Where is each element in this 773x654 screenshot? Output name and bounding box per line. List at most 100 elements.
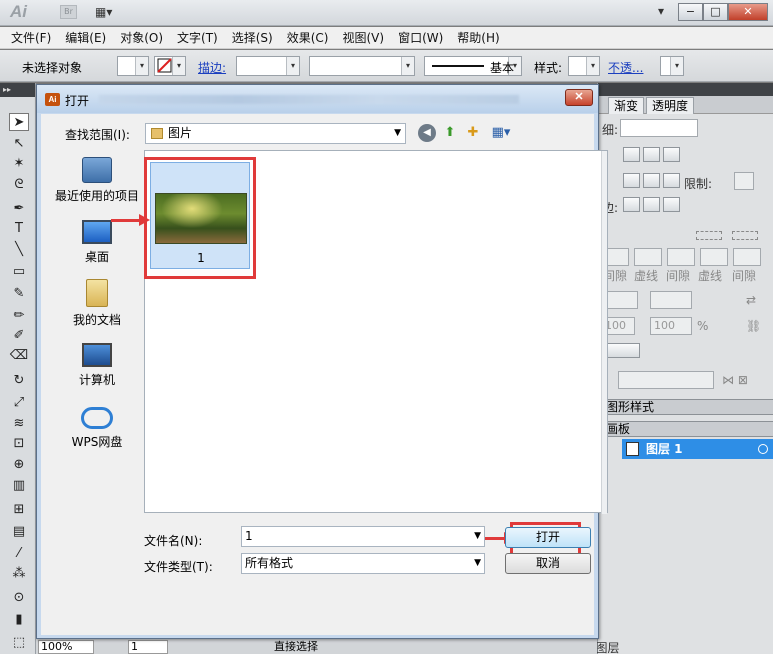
workspace-dropdown-icon[interactable]: ▾ (658, 4, 664, 18)
join-bevel-icon[interactable] (663, 173, 680, 188)
line-tool-icon[interactable]: ╲ (9, 241, 29, 259)
tab-transparency[interactable]: 透明度 (646, 97, 695, 114)
miter-limit-input[interactable] (734, 172, 754, 190)
menu-select[interactable]: 选择(S) (232, 29, 273, 46)
menu-view[interactable]: 视图(V) (342, 29, 384, 46)
arrowhead-start-select[interactable] (604, 291, 638, 309)
menu-type[interactable]: 文字(T) (177, 29, 218, 46)
place-wps-cloud-label: WPS网盘 (71, 435, 123, 449)
place-desktop[interactable]: 桌面 (41, 220, 153, 265)
stroke-color-swatch[interactable]: ▾ (154, 56, 186, 76)
stroke-weight-field[interactable]: ▾ (236, 56, 300, 76)
open-button[interactable]: 打开 (505, 527, 591, 548)
menu-help[interactable]: 帮助(H) (457, 29, 499, 46)
align-inside-icon[interactable] (643, 197, 660, 212)
pen-tool-icon[interactable]: ✒ (9, 200, 29, 218)
dash-field-3[interactable] (733, 248, 761, 266)
current-tool-status[interactable]: 直接选择 (274, 640, 318, 654)
join-round-icon[interactable] (643, 173, 660, 188)
gap-field-1[interactable] (634, 248, 662, 266)
layers-panel-tab[interactable]: 画板 (598, 421, 773, 437)
type-tool-icon[interactable]: T (9, 220, 29, 238)
dash-field-2[interactable] (667, 248, 695, 266)
menu-effect[interactable]: 效果(C) (287, 29, 329, 46)
graphic-styles-panel-header[interactable]: 图形样式 (598, 399, 773, 415)
align-outside-icon[interactable] (663, 197, 680, 212)
back-icon[interactable]: ◀ (418, 124, 436, 142)
dash-exact-icon[interactable] (732, 231, 758, 240)
place-wps-cloud[interactable]: WPS网盘 (41, 407, 153, 450)
artboard-navigation[interactable]: 1 (128, 640, 168, 654)
warp-tool-icon[interactable]: ≋ (9, 415, 29, 433)
direct-selection-tool-icon[interactable]: ↖ (9, 135, 29, 153)
rotate-tool-icon[interactable]: ↻ (9, 372, 29, 390)
view-menu-icon[interactable]: ▦▾ (487, 124, 515, 142)
join-miter-icon[interactable] (623, 173, 640, 188)
stroke-link[interactable]: 描边: (198, 59, 226, 76)
menu-window[interactable]: 窗口(W) (398, 29, 443, 46)
menu-file[interactable]: 文件(F) (11, 29, 51, 46)
dialog-close-button[interactable]: ✕ (565, 89, 593, 106)
close-button[interactable]: ✕ (728, 3, 768, 21)
align-center-icon[interactable] (623, 197, 640, 212)
profile-select[interactable] (618, 371, 714, 389)
menu-edit[interactable]: 编辑(E) (65, 29, 106, 46)
menu-object[interactable]: 对象(O) (120, 29, 163, 46)
magic-wand-tool-icon[interactable]: ✶ (9, 155, 29, 173)
file-name-input[interactable]: 1 ▼ (241, 526, 485, 547)
dash-align-icon[interactable] (696, 231, 722, 240)
zoom-select[interactable]: 100% (38, 640, 94, 654)
shape-builder-tool-icon[interactable]: ⊕ (9, 456, 29, 474)
tab-gradient[interactable]: 渐变 (608, 97, 645, 114)
opacity-link[interactable]: 不透... (608, 59, 643, 76)
right-panel-dock: 渐变 透明度 细: 限制: 边: 间隙 虚线 间隙 虚线 间隙 ⇄ 100 10… (572, 83, 773, 654)
symbol-sprayer-tool-icon[interactable]: ⊙ (9, 589, 29, 607)
flip-profile-icon[interactable]: ⋈ ⊠ (722, 373, 748, 387)
fill-color-swatch[interactable]: ▾ (117, 56, 149, 76)
look-in-select[interactable]: 图片 ▼ (145, 123, 406, 144)
pencil-tool-icon[interactable]: ✏ (9, 307, 29, 325)
lasso-tool-icon[interactable]: ᘓ (9, 176, 29, 194)
column-graph-tool-icon[interactable]: ▮ (9, 611, 29, 629)
gradient-tool-icon[interactable]: ▤ (9, 523, 29, 541)
gap-field-2[interactable] (700, 248, 728, 266)
cap-square-icon[interactable] (663, 147, 680, 162)
selection-tool-icon[interactable]: ➤ (9, 113, 29, 131)
cap-butt-icon[interactable] (623, 147, 640, 162)
recolor-artwork-button[interactable]: ▾ (660, 56, 684, 76)
scale-tool-icon[interactable]: ⤢ (9, 394, 29, 412)
eraser-tool-icon[interactable]: ⌫ (9, 347, 29, 365)
paintbrush-tool-icon[interactable]: ✎ (9, 285, 29, 303)
file-type-select[interactable]: 所有格式 ▼ (241, 553, 485, 574)
new-folder-icon[interactable]: ✚ (464, 124, 482, 142)
arrowhead-end-select[interactable] (650, 291, 692, 309)
layer-name[interactable]: 图层 1 (646, 439, 683, 459)
cancel-button[interactable]: 取消 (505, 553, 591, 574)
eyedropper-tool-icon[interactable]: ⁄ (9, 545, 29, 563)
file-list-scrollbar[interactable] (601, 151, 607, 514)
place-computer[interactable]: 计算机 (41, 343, 153, 388)
cap-round-icon[interactable] (643, 147, 660, 162)
arrange-documents-icon[interactable]: ▦▾ (95, 5, 112, 19)
rectangle-tool-icon[interactable]: ▭ (9, 263, 29, 281)
minimize-button[interactable]: − (678, 3, 703, 21)
restore-button[interactable]: □ (703, 3, 728, 21)
graph-tool-icon[interactable]: ▥ (9, 477, 29, 495)
free-transform-tool-icon[interactable]: ⊡ (9, 435, 29, 453)
stroke-weight-input[interactable] (620, 119, 698, 137)
arrow-scale-end[interactable]: 100 (650, 317, 692, 335)
swap-arrowheads-icon[interactable]: ⇄ (746, 293, 756, 307)
layer-target-icon[interactable] (758, 444, 768, 454)
link-scale-icon[interactable]: ⛓ (746, 319, 761, 333)
up-folder-icon[interactable]: ⬆ (441, 124, 459, 142)
layer-row[interactable]: 图层 1 (604, 439, 773, 459)
artboard-tool-icon[interactable]: ⬚ (9, 634, 29, 652)
variable-width-profile[interactable]: ▾ (309, 56, 415, 76)
graphic-style-swatch[interactable]: ▾ (568, 56, 600, 76)
blend-tool-icon[interactable]: ⁂ (9, 565, 29, 583)
place-documents[interactable]: 我的文档 (41, 279, 153, 328)
bridge-button[interactable]: Br (60, 5, 77, 19)
place-recent[interactable]: 最近使用的项目 (41, 157, 153, 204)
mesh-tool-icon[interactable]: ⊞ (9, 501, 29, 519)
blob-brush-tool-icon[interactable]: ✐ (9, 327, 29, 345)
